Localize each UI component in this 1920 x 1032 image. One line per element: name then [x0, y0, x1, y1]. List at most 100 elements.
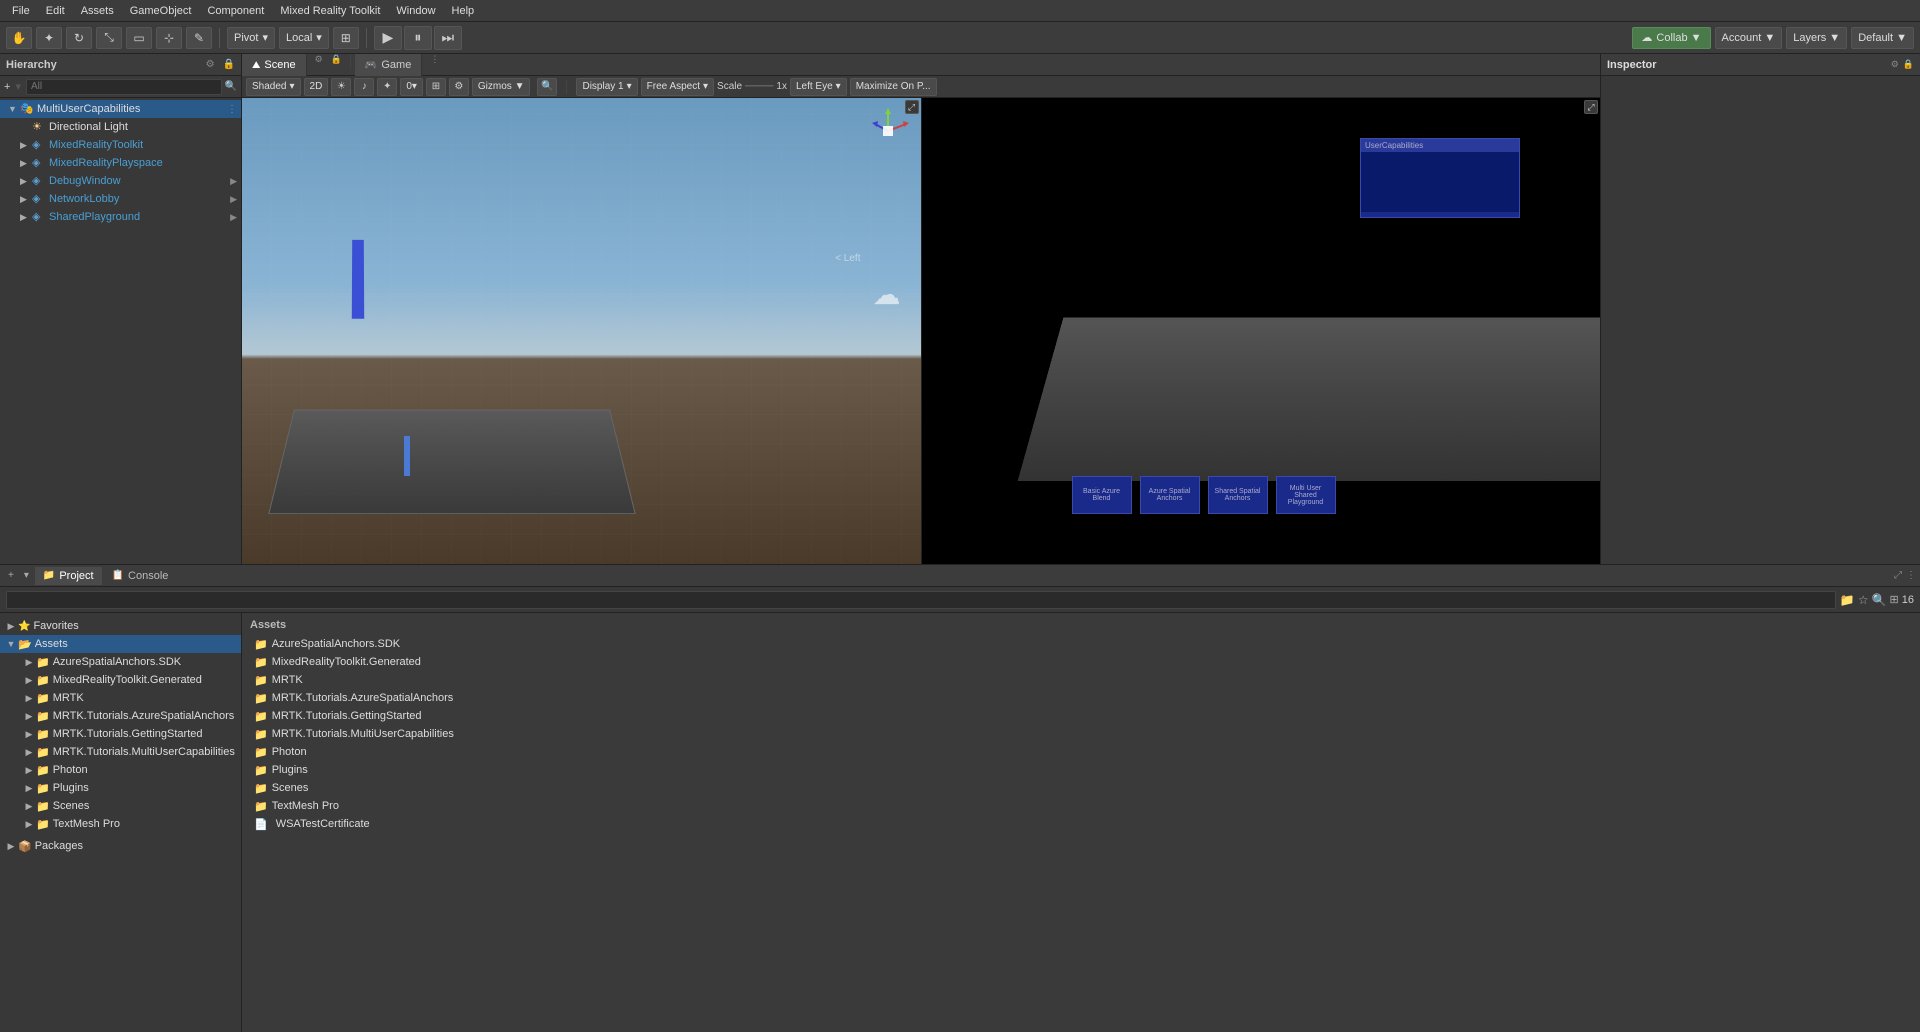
hier-root[interactable]: ▼ 🎭 MultiUserCapabilities ⋮ [0, 100, 241, 118]
hierarchy-add-btn[interactable]: + [4, 81, 10, 93]
maximize-dropdown[interactable]: Maximize On P... [850, 78, 937, 96]
hand-tool-btn[interactable]: ✋ [6, 27, 32, 49]
sidebar-plugins[interactable]: ▶ 📁 Plugins [0, 779, 241, 797]
collab-btn[interactable]: ☁ Collab ▼ [1632, 27, 1710, 49]
account-dropdown[interactable]: Account ▼ [1715, 27, 1783, 49]
hier-directional-light[interactable]: ☀ Directional Light [0, 118, 241, 136]
proj-size-icon[interactable]: ⊞ [1890, 593, 1899, 606]
pivot-dropdown[interactable]: Pivot▾ [227, 27, 275, 49]
pause-btn[interactable]: ⏸ [404, 26, 432, 50]
main-azure-sdk[interactable]: 📁 AzureSpatialAnchors.SDK [250, 635, 1912, 653]
main-mrtk-gen[interactable]: 📁 MixedRealityToolkit.Generated [250, 653, 1912, 671]
play-btn[interactable]: ▶ [374, 26, 402, 50]
hier-networklobby[interactable]: ▶ ◈ NetworkLobby ▶ [0, 190, 241, 208]
console-tab[interactable]: 📋 Console [104, 567, 177, 585]
sidebar-scenes[interactable]: ▶ 📁 Scenes [0, 797, 241, 815]
proj-add-icon[interactable]: + [4, 570, 18, 581]
main-mrtk-azure[interactable]: 📁 MRTK.Tutorials.AzureSpatialAnchors [250, 689, 1912, 707]
audio-btn[interactable]: ♪ [354, 78, 374, 96]
light-toggle-btn[interactable]: ☀ [331, 78, 351, 96]
proj-arrow-icon[interactable]: ▾ [20, 570, 33, 581]
hierarchy-settings-icon[interactable]: ⚙ [206, 59, 215, 70]
scene-fx-btn[interactable]: ✦ [377, 78, 397, 96]
scale-slider[interactable]: ──── [745, 81, 773, 92]
custom-tool-btn[interactable]: ✎ [186, 27, 212, 49]
menu-component[interactable]: Component [199, 3, 272, 19]
rect-tool-btn[interactable]: ▭ [126, 27, 152, 49]
proj-magnifier-icon[interactable]: 🔍 [1872, 593, 1887, 607]
sidebar-photon[interactable]: ▶ 📁 Photon [0, 761, 241, 779]
local-dropdown[interactable]: Local▾ [279, 27, 329, 49]
gizmos-dropdown[interactable]: Gizmos ▼ [472, 78, 531, 96]
menu-assets[interactable]: Assets [73, 3, 122, 19]
menu-edit[interactable]: Edit [38, 3, 73, 19]
menu-help[interactable]: Help [444, 3, 483, 19]
step-btn[interactable]: ⏭ [434, 26, 462, 50]
scale-tool-btn[interactable]: ⤡ [96, 27, 122, 49]
menu-gameobject[interactable]: GameObject [122, 3, 200, 19]
game-viewport[interactable]: UserCapabilities Basic Azure Blend Azure… [922, 98, 1601, 564]
favorites-section[interactable]: ▶ ⭐ Favorites [0, 617, 241, 635]
sidebar-azure-sdk[interactable]: ▶ 📁 AzureSpatialAnchors.SDK [0, 653, 241, 671]
hier-dw-expand[interactable]: ▶ [230, 176, 237, 187]
hier-sp-expand[interactable]: ▶ [230, 212, 237, 223]
packages-section[interactable]: ▶ 📦 Packages [0, 837, 241, 855]
sidebar-mrtk-multi[interactable]: ▶ 📁 MRTK.Tutorials.MultiUserCapabilities [0, 743, 241, 761]
hier-sharedplayground[interactable]: ▶ ◈ SharedPlayground ▶ [0, 208, 241, 226]
project-tab[interactable]: 📁 Project [35, 567, 102, 585]
sidebar-mrtk[interactable]: ▶ 📁 MRTK [0, 689, 241, 707]
sidebar-mrtk-getting[interactable]: ▶ 📁 MRTK.Tutorials.GettingStarted [0, 725, 241, 743]
menu-file[interactable]: File [4, 3, 38, 19]
hier-search-icon[interactable]: 🔍 [225, 81, 237, 92]
proj-star-icon[interactable]: ☆ [1858, 593, 1869, 607]
main-textmesh[interactable]: 📁 TextMesh Pro [250, 797, 1912, 815]
hierarchy-search[interactable] [26, 79, 222, 95]
hier-debugwindow[interactable]: ▶ ◈ DebugWindow ▶ [0, 172, 241, 190]
hierarchy-lock-icon[interactable]: 🔒 [223, 59, 235, 70]
sidebar-mrtk-gen[interactable]: ▶ 📁 MixedRealityToolkit.Generated [0, 671, 241, 689]
scene-extra-btn[interactable]: ⚙ [449, 78, 469, 96]
assets-section[interactable]: ▼ 📂 Assets [0, 635, 241, 653]
hier-nl-expand[interactable]: ▶ [230, 194, 237, 205]
main-mrtk[interactable]: 📁 MRTK [250, 671, 1912, 689]
scene-grid-btn[interactable]: ⊞ [426, 78, 446, 96]
eye-dropdown[interactable]: Left Eye▾ [790, 78, 847, 96]
aspect-dropdown[interactable]: Free Aspect▾ [641, 78, 714, 96]
hier-mrtk[interactable]: ▶ ◈ MixedRealityToolkit [0, 136, 241, 154]
main-wsacert[interactable]: 📄 WSATestCertificate [250, 815, 1912, 833]
proj-more-icon[interactable]: ⋮ [1906, 570, 1916, 581]
scene-search-btn[interactable]: 🔍 [537, 78, 557, 96]
inspector-lock-icon[interactable]: 🔒 [1903, 59, 1914, 70]
game-corner-btn[interactable]: ⤢ [1584, 100, 1598, 114]
game-tab-settings[interactable]: ⋮ [426, 54, 443, 75]
default-dropdown[interactable]: Default ▼ [1851, 27, 1914, 49]
scene-viewport[interactable]: ☁ < Left [242, 98, 922, 564]
proj-folder-icon[interactable]: 📁 [1840, 593, 1855, 607]
move-tool-btn[interactable]: ✦ [36, 27, 62, 49]
dimension-dropdown[interactable]: 2D [304, 78, 329, 96]
transform-tool-btn[interactable]: ⊹ [156, 27, 182, 49]
proj-expand-icon[interactable]: ⤢ [1894, 570, 1902, 581]
main-photon[interactable]: 📁 Photon [250, 743, 1912, 761]
main-mrtk-multi[interactable]: 📁 MRTK.Tutorials.MultiUserCapabilities [250, 725, 1912, 743]
sidebar-mrtk-azure[interactable]: ▶ 📁 MRTK.Tutorials.AzureSpatialAnchors [0, 707, 241, 725]
main-mrtk-getting[interactable]: 📁 MRTK.Tutorials.GettingStarted [250, 707, 1912, 725]
main-scenes[interactable]: 📁 Scenes [250, 779, 1912, 797]
layers-dropdown[interactable]: Layers ▼ [1786, 27, 1847, 49]
shading-dropdown[interactable]: Shaded▾ [246, 78, 301, 96]
sidebar-textmesh[interactable]: ▶ 📁 TextMesh Pro [0, 815, 241, 833]
scene-tab-lock[interactable]: 🔒 [327, 54, 346, 75]
main-plugins[interactable]: 📁 Plugins [250, 761, 1912, 779]
rotate-tool-btn[interactable]: ↻ [66, 27, 92, 49]
display-dropdown[interactable]: Display 1▾ [576, 78, 637, 96]
game-tab[interactable]: 🎮 Game [355, 54, 422, 76]
menu-mrtk[interactable]: Mixed Reality Toolkit [272, 3, 388, 19]
scene-num-dropdown[interactable]: 0▾ [400, 78, 423, 96]
menu-window[interactable]: Window [388, 3, 443, 19]
project-search[interactable] [6, 591, 1836, 609]
inspector-settings-icon[interactable]: ⚙ [1891, 59, 1899, 70]
scene-tab-settings[interactable]: ⚙ [311, 54, 327, 75]
scene-tab[interactable]: ⛰ Scene [242, 54, 307, 76]
grid-btn[interactable]: ⊞ [333, 27, 359, 49]
scene-corner-btn[interactable]: ⤢ [905, 100, 919, 114]
